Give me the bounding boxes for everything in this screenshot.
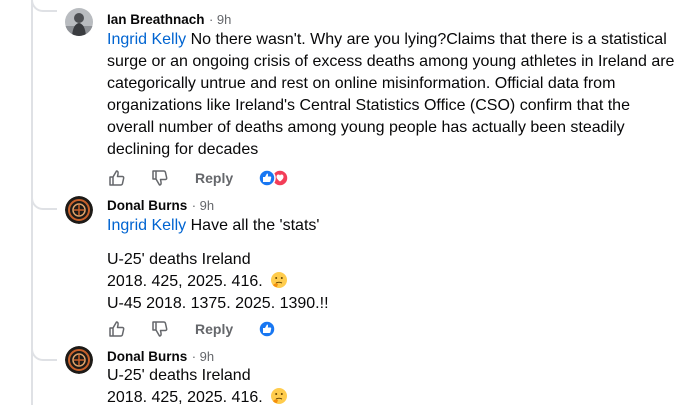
like-icon[interactable] bbox=[107, 319, 127, 339]
comment-text-line: U-45 2018. 1375. 2025. 1390.!! bbox=[107, 295, 329, 312]
reaction-summary[interactable] bbox=[257, 168, 291, 188]
thinking-face-icon bbox=[271, 272, 288, 288]
mention-link[interactable]: Ingrid Kelly bbox=[107, 31, 186, 48]
thread-connector bbox=[31, 347, 57, 361]
comment-body: Ingrid Kelly Have all the 'stats' U-25' … bbox=[107, 215, 677, 315]
comment-author[interactable]: Ian Breathnach bbox=[107, 12, 205, 27]
comment-body: U-25' deaths Ireland 2018. 425, 2025. 41… bbox=[107, 365, 677, 409]
comment-text: No there wasn't. Why are you lying?Claim… bbox=[107, 31, 675, 158]
dislike-icon[interactable] bbox=[150, 168, 170, 188]
comment-text-line: U-25' deaths Ireland bbox=[107, 367, 251, 384]
comment-text: Have all the 'stats' bbox=[190, 217, 320, 234]
dislike-icon[interactable] bbox=[150, 319, 170, 339]
like-icon[interactable] bbox=[107, 168, 127, 188]
comment-text-line: U-25' deaths Ireland bbox=[107, 251, 251, 268]
avatar[interactable] bbox=[65, 346, 93, 374]
comment-text-line: 2018. 425, 2025. 416. bbox=[107, 389, 263, 406]
comment-author[interactable]: Donal Burns bbox=[107, 349, 187, 364]
reply-button[interactable]: Reply bbox=[195, 170, 233, 186]
thread-connector bbox=[31, 0, 57, 12]
mention-link[interactable]: Ingrid Kelly bbox=[107, 217, 186, 234]
comment-text-line: 2018. 425, 2025. 416. bbox=[107, 273, 263, 290]
comment-timestamp[interactable]: · 9h bbox=[192, 198, 214, 213]
comment-timestamp[interactable]: · 9h bbox=[209, 12, 231, 27]
comment-timestamp[interactable]: · 9h bbox=[192, 349, 214, 364]
reaction-summary[interactable] bbox=[257, 319, 277, 339]
comment-actions: Reply bbox=[107, 319, 307, 341]
comment-author[interactable]: Donal Burns bbox=[107, 198, 187, 213]
reply-button[interactable]: Reply bbox=[195, 321, 233, 337]
comment-actions: Reply bbox=[107, 168, 307, 190]
avatar[interactable] bbox=[65, 196, 93, 224]
thread-connector bbox=[31, 196, 57, 210]
avatar[interactable] bbox=[65, 8, 93, 36]
thinking-face-icon bbox=[271, 388, 288, 404]
comment-body: Ingrid Kelly No there wasn't. Why are yo… bbox=[107, 29, 677, 161]
